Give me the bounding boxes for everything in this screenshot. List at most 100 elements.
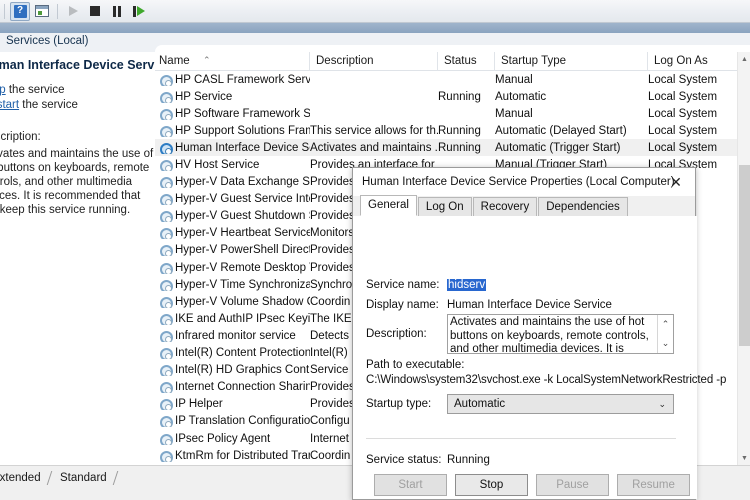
cell-name-label: HP Service (175, 90, 233, 103)
table-row[interactable]: HP Service Running Automatic Local System (155, 88, 750, 105)
pause-service-icon (113, 5, 121, 17)
cell-log-on-as: Local System (648, 107, 718, 120)
tab-log-on[interactable]: Log On (417, 197, 472, 216)
cell-status: Running (438, 141, 481, 154)
cell-name-label: Hyper-V Volume Shadow C... (175, 295, 310, 308)
restart-service-line: Restart the service (0, 99, 155, 111)
cell-name-label: IKE and AuthIP IPsec Keying... (175, 312, 310, 325)
service-gear-icon (159, 279, 173, 291)
pause-button[interactable]: Pause (536, 474, 609, 496)
cell-log-on-as: Local System (648, 141, 718, 154)
cell-name: IKE and AuthIP IPsec Keying... (155, 313, 310, 325)
startup-type-label: Startup type: (366, 398, 432, 410)
cell-status: Running (438, 124, 481, 137)
cell-name: Hyper-V Heartbeat Service (155, 227, 310, 240)
column-header-name[interactable]: Name ⌃ (155, 52, 310, 71)
service-control-buttons: Start Stop Pause Resume (374, 474, 690, 496)
cell-name-label: Hyper-V Time Synchronizat... (175, 278, 310, 291)
cell-name-label: HP Software Framework Ser... (175, 107, 310, 120)
list-header: Name ⌃ Description Status Startup Type L… (155, 52, 750, 71)
tab-recovery[interactable]: Recovery (472, 197, 538, 216)
stop-service-button[interactable] (85, 2, 105, 21)
list-scrollbar[interactable]: ▲ ▼ (737, 52, 750, 465)
cell-name-label: Infrared monitor service (175, 329, 296, 342)
description-scroll-up-icon[interactable]: ⌃ (658, 315, 673, 334)
help-icon: ? (13, 4, 27, 18)
scroll-up-icon[interactable]: ▲ (738, 52, 750, 66)
title-strip (0, 23, 750, 33)
scroll-down-icon[interactable]: ▼ (738, 451, 750, 465)
toolbar: ? (0, 0, 750, 23)
tab-standard-label: Standard (60, 472, 107, 484)
table-row[interactable]: HP Support Solutions Fram... This service… (155, 122, 750, 139)
panel-description-text: Activates and maintains the use of hot b… (0, 148, 154, 216)
service-gear-icon (159, 91, 173, 103)
service-gear-icon (159, 210, 173, 223)
tab-general[interactable]: General (360, 195, 417, 216)
table-row[interactable]: HP Software Framework Ser... Manual Local … (155, 105, 750, 122)
service-name-field[interactable]: hidserv (447, 279, 487, 291)
scrollbar-thumb[interactable] (739, 165, 750, 346)
cell-name-label: Hyper-V Data Exchange Ser... (175, 176, 310, 189)
service-name-label: Service name: (366, 279, 440, 291)
cell-name-label: Intel(R) Content Protection ... (175, 347, 310, 360)
stop-service-suffix: the service (5, 84, 65, 96)
cell-startup-type: Automatic (495, 90, 547, 103)
properties-button[interactable] (32, 2, 52, 21)
start-button[interactable]: Start (374, 474, 447, 496)
tab-extended[interactable]: Extended (0, 470, 52, 486)
cell-description: This service allows for th... (310, 124, 438, 137)
service-gear-icon (159, 450, 173, 462)
description-scrollbar[interactable]: ⌃ ⌄ (657, 315, 673, 353)
pause-service-button[interactable] (107, 2, 127, 21)
description-textarea[interactable]: Activates and maintains the use of hot b… (447, 314, 674, 354)
table-row[interactable]: Human Interface Device Ser...Activates a… (155, 139, 750, 157)
cell-name: Hyper-V Volume Shadow C... (155, 296, 310, 308)
description-scroll-down-icon[interactable]: ⌄ (658, 334, 673, 353)
properties-icon (35, 5, 49, 17)
cell-name: KtmRm for Distributed Tran... (155, 450, 310, 462)
service-gear-icon (159, 398, 173, 411)
tab-standard[interactable]: Standard (52, 470, 118, 486)
column-header-name-label: Name (159, 55, 190, 67)
service-gear-icon (159, 262, 173, 274)
service-gear-icon (159, 330, 173, 342)
cell-name-label: IP Translation Configuratio... (175, 415, 310, 428)
stop-button[interactable]: Stop (455, 474, 528, 496)
dialog-content: Service name: hidserv Display name: Huma… (353, 216, 726, 499)
toolbar-divider-2 (57, 3, 58, 19)
description-text: Activates and maintains the use of hot b… (450, 316, 649, 354)
column-header-description[interactable]: Description (310, 52, 438, 71)
restart-service-icon (133, 5, 145, 17)
cell-name: Hyper-V Data Exchange Ser... (155, 176, 310, 189)
panel-action-links: Stop the service Restart the service (0, 84, 155, 114)
cell-name-label: Hyper-V Guest Shutdown S... (175, 210, 310, 223)
restart-service-button[interactable] (129, 2, 149, 21)
help-button[interactable]: ? (10, 1, 30, 21)
resume-button[interactable]: Resume (617, 474, 690, 496)
cell-name: IPsec Policy Agent (155, 433, 310, 445)
restart-service-link[interactable]: Restart (0, 99, 19, 111)
service-gear-icon (159, 227, 173, 240)
start-service-button[interactable] (63, 2, 83, 21)
tab-dependencies[interactable]: Dependencies (538, 197, 628, 216)
cell-name-label: Hyper-V Heartbeat Service (175, 227, 310, 240)
cell-startup-type: Manual (495, 107, 533, 120)
table-row[interactable]: HP CASL Framework Service Manual Local Sys… (155, 71, 750, 88)
dialog-tabs: General Log On Recovery Dependencies (353, 195, 695, 217)
column-header-status[interactable]: Status (438, 52, 495, 71)
service-status-value: Running (447, 454, 490, 466)
startup-type-select[interactable]: Automatic ⌄ (447, 394, 674, 414)
column-header-startup-type[interactable]: Startup Type (495, 52, 648, 71)
cell-description: Activates and maintains ... (310, 141, 438, 154)
cell-log-on-as: Local System (648, 73, 718, 86)
tab-divider-2 (112, 471, 118, 485)
service-properties-dialog: Human Interface Device Service Propertie… (352, 167, 726, 500)
dialog-title: Human Interface Device Service Propertie… (362, 176, 675, 188)
startup-type-value: Automatic (454, 398, 506, 410)
service-gear-icon (159, 364, 173, 377)
column-header-log-on-as[interactable]: Log On As (648, 52, 748, 71)
cell-name-label: Internet Connection Sharin... (175, 381, 310, 394)
close-icon[interactable]: ✕ (657, 168, 695, 196)
dialog-divider (366, 438, 676, 439)
